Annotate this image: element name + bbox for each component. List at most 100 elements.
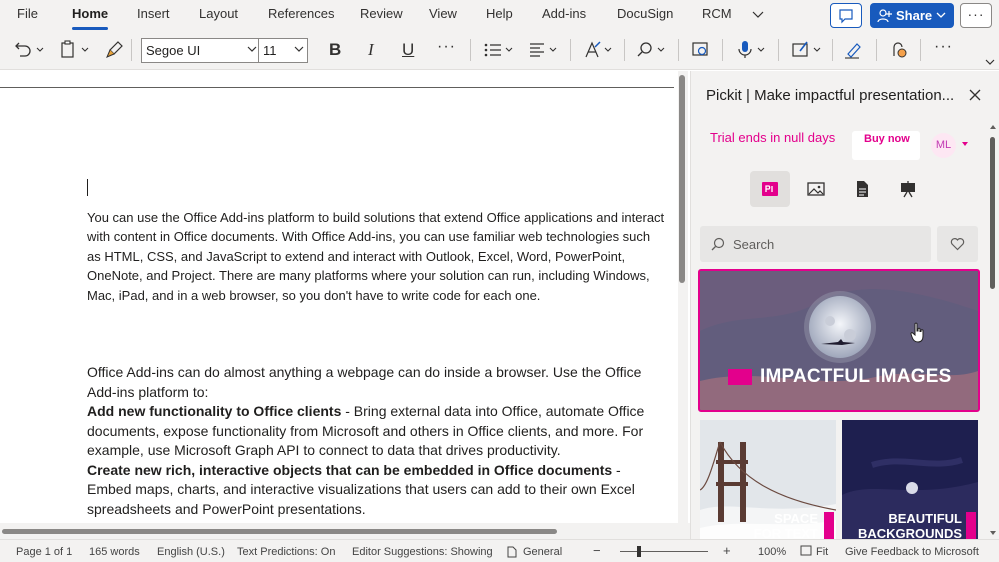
- paragraph-capabilities[interactable]: Office Add-ins can do almost anything a …: [87, 363, 667, 519]
- document-icon: [857, 181, 868, 197]
- zoom-out-button[interactable]: −: [593, 543, 601, 558]
- zoom-in-button[interactable]: +: [723, 543, 731, 558]
- presentation-icon: [901, 181, 915, 198]
- search-icon: [637, 42, 665, 57]
- align-left-icon: [530, 43, 557, 57]
- share-button[interactable]: Share: [870, 3, 954, 28]
- align-button[interactable]: [528, 38, 564, 62]
- buy-now-button[interactable]: Buy now: [852, 131, 920, 160]
- page-top-edge: [0, 87, 674, 88]
- bullets-button[interactable]: [482, 38, 518, 62]
- sensitivity-label-icon: [507, 546, 517, 558]
- sensitivity-label[interactable]: General: [523, 546, 562, 558]
- reuse-files-button[interactable]: [690, 38, 712, 62]
- font-name-input[interactable]: Segoe UI: [141, 38, 259, 63]
- toolbar-divider: [131, 39, 132, 61]
- card-title-space-for-text: SPACE FOR TEXT: [754, 511, 818, 539]
- underline-button[interactable]: U: [402, 40, 414, 60]
- more-commands-button[interactable]: ···: [934, 38, 953, 56]
- paste-button[interactable]: [58, 38, 94, 62]
- fit-icon: [800, 545, 812, 556]
- chevron-down-icon[interactable]: [750, 5, 766, 23]
- styles-button[interactable]: [582, 38, 618, 62]
- undo-icon: [15, 42, 44, 57]
- pane-nav-documents[interactable]: [842, 171, 882, 207]
- close-icon[interactable]: [968, 88, 982, 102]
- more-font-options-button[interactable]: ···: [437, 38, 456, 56]
- editor-pen-icon: [845, 43, 861, 59]
- feedback-link[interactable]: Give Feedback to Microsoft: [845, 546, 979, 558]
- bold-button[interactable]: B: [329, 40, 341, 60]
- format-painter-button[interactable]: [104, 38, 126, 62]
- page-count[interactable]: Page 1 of 1: [16, 546, 72, 558]
- toolbar-divider: [876, 39, 877, 61]
- document-horizontal-scroll-thumb[interactable]: [2, 529, 557, 534]
- font-size-value: 11: [263, 43, 277, 58]
- font-name-dropdown-icon[interactable]: [246, 44, 258, 54]
- pane-nav-images[interactable]: [796, 171, 836, 207]
- toolbar-divider: [678, 39, 679, 61]
- space-for-text-card[interactable]: SPACE FOR TEXT: [700, 420, 836, 539]
- card-label-line-1: SPACE: [774, 511, 818, 526]
- toolbar-divider: [722, 39, 723, 61]
- tab-layout[interactable]: Layout: [199, 6, 238, 21]
- sensitivity-button[interactable]: [888, 38, 912, 62]
- share-people-icon: [877, 9, 892, 23]
- tab-review[interactable]: Review: [360, 6, 403, 21]
- pickit-logo-icon: [762, 182, 778, 196]
- tab-file[interactable]: File: [17, 6, 38, 21]
- format-painter-icon: [106, 41, 123, 58]
- tab-help[interactable]: Help: [486, 6, 513, 21]
- chevron-down-icon: [936, 12, 946, 18]
- avatar[interactable]: ML: [931, 133, 956, 158]
- toolbar-divider: [920, 39, 921, 61]
- card-label-line-2: FOR TEXT: [753, 526, 818, 539]
- paragraph-intro[interactable]: You can use the Office Add-ins platform …: [87, 208, 667, 305]
- tab-references[interactable]: References: [268, 6, 334, 21]
- tab-rcm[interactable]: RCM: [702, 6, 732, 21]
- document-canvas[interactable]: You can use the Office Add-ins platform …: [0, 71, 678, 523]
- tab-docusign[interactable]: DocuSign: [617, 6, 673, 21]
- find-button[interactable]: [636, 38, 672, 62]
- scroll-up-arrow-icon[interactable]: [989, 124, 997, 130]
- bullet-list-icon: [484, 43, 513, 57]
- tab-home[interactable]: Home: [72, 6, 108, 21]
- comment-icon: [839, 9, 853, 24]
- tab-view[interactable]: View: [429, 6, 457, 21]
- sensitivity-icon: [893, 42, 907, 58]
- reuse-files-icon: [692, 42, 708, 56]
- undo-button[interactable]: [12, 38, 46, 62]
- document-vertical-scroll-thumb[interactable]: [679, 75, 685, 283]
- editor-suggestions-status[interactable]: Editor Suggestions: Showing: [352, 546, 493, 558]
- zoom-slider[interactable]: [620, 551, 708, 552]
- word-count[interactable]: 165 words: [89, 546, 140, 558]
- designer-button[interactable]: [790, 38, 826, 62]
- zoom-slider-thumb[interactable]: [637, 546, 641, 557]
- capability-1-heading: Add new functionality to Office clients: [87, 403, 342, 419]
- comments-button[interactable]: [830, 3, 862, 28]
- editor-button[interactable]: [842, 38, 864, 62]
- text-cursor: [87, 179, 88, 196]
- moon-background-image: [700, 271, 978, 410]
- tab-insert[interactable]: Insert: [137, 6, 170, 21]
- capabilities-intro: Office Add-ins can do almost anything a …: [87, 364, 642, 400]
- impactful-images-card[interactable]: IMPACTFUL IMAGES: [698, 269, 980, 412]
- more-options-button[interactable]: ···: [960, 3, 992, 28]
- scroll-down-arrow-icon[interactable]: [989, 530, 997, 536]
- dictate-button[interactable]: [734, 38, 770, 62]
- favorites-button[interactable]: [937, 226, 978, 262]
- zoom-level[interactable]: 100%: [758, 546, 786, 558]
- fit-button[interactable]: Fit: [816, 546, 828, 558]
- chevron-down-icon[interactable]: [962, 142, 968, 146]
- pane-nav-presentations[interactable]: [888, 171, 928, 207]
- share-label: Share: [896, 8, 933, 23]
- collapse-ribbon-icon[interactable]: [984, 58, 996, 66]
- font-size-dropdown-icon[interactable]: [293, 44, 305, 54]
- beautiful-backgrounds-card[interactable]: BEAUTIFUL BACKGROUNDS: [842, 420, 978, 539]
- tab-add-ins[interactable]: Add-ins: [542, 6, 586, 21]
- text-predictions-status[interactable]: Text Predictions: On: [237, 546, 335, 558]
- language-indicator[interactable]: English (U.S.): [157, 546, 225, 558]
- pane-vertical-scroll-thumb[interactable]: [990, 137, 995, 289]
- pane-nav-pickit[interactable]: [750, 171, 790, 207]
- italic-button[interactable]: I: [368, 40, 374, 60]
